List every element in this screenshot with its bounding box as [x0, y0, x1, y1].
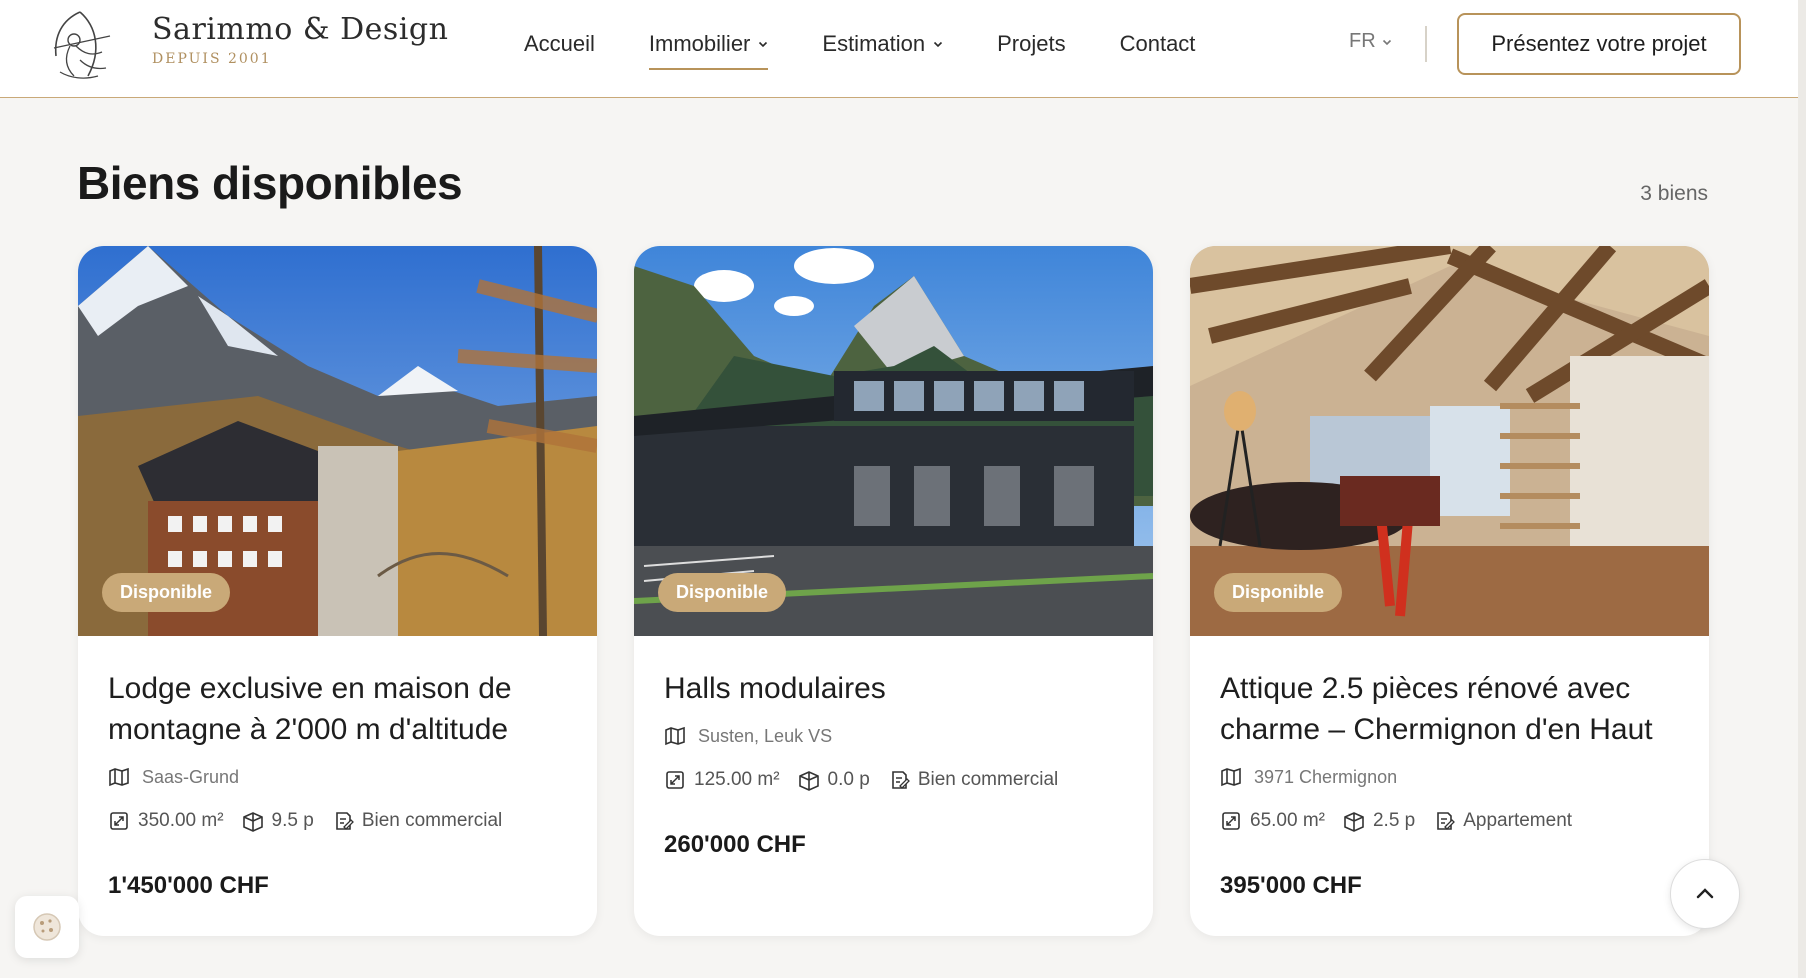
property-type-icon: [336, 812, 354, 830]
scroll-to-top-button[interactable]: [1670, 859, 1740, 929]
type-value: Appartement: [1463, 810, 1573, 831]
location-label: 3971 Chermignon: [1254, 766, 1398, 787]
listing-title[interactable]: Halls modulaires: [664, 668, 1123, 709]
map-pin-icon: [665, 726, 685, 746]
status-badge: Disponible: [1214, 573, 1343, 612]
feature-type: Appartement: [1433, 810, 1572, 832]
language-label: FR: [1349, 30, 1376, 52]
nav-label: Projets: [997, 31, 1066, 56]
feature-area: 125.00 m²: [664, 769, 780, 791]
map-pin-icon: [1221, 767, 1241, 787]
area-icon: [666, 771, 684, 789]
property-type-icon: [1437, 812, 1456, 830]
nav-label: Immobilier: [648, 31, 751, 56]
main-nav: Accueil Immobilier Estimation Projets Co…: [524, 0, 1195, 88]
rooms-value: 9.5 p: [271, 810, 314, 831]
status-badge: Disponible: [658, 573, 787, 612]
area-icon: [110, 812, 128, 830]
feature-rooms: 0.0 p: [798, 769, 870, 791]
listing-location: Susten, Leuk VS: [664, 725, 1123, 747]
listing-features: 350.00 m² 9.5 p Bien commercial: [108, 810, 567, 832]
nav-label: Contact: [1119, 31, 1196, 56]
listing-price: 395'000 CHF: [1220, 872, 1362, 899]
brand-name: Sarimmo & Design: [152, 12, 449, 47]
area-value: 65.00 m²: [1250, 810, 1325, 831]
listing-card[interactable]: Disponible Attique 2.5 pièces rénové ave…: [1190, 246, 1709, 936]
type-value: Bien commercial: [917, 769, 1059, 790]
listing-title[interactable]: Attique 2.5 pièces rénové avec charme – …: [1220, 668, 1679, 750]
type-value: Bien commercial: [361, 810, 503, 831]
listing-card[interactable]: Disponible Lodge exclusive en maison de …: [78, 246, 597, 936]
area-value: 125.00 m²: [694, 769, 780, 790]
nav-label: Estimation: [822, 31, 926, 56]
rooms-icon: [798, 771, 819, 791]
listing-count: 3 biens: [1640, 182, 1708, 205]
listing-title[interactable]: Lodge exclusive en maison de montagne à …: [108, 668, 567, 750]
chevron-down-icon: [934, 41, 943, 48]
location-label: Saas-Grund: [142, 766, 240, 787]
listing-image: Disponible: [78, 246, 597, 636]
listing-image: Disponible: [634, 246, 1153, 636]
status-badge: Disponible: [102, 573, 231, 612]
chevron-down-icon: [1382, 39, 1391, 45]
property-type-icon: [892, 771, 910, 789]
header-divider: [1425, 26, 1427, 62]
feature-type: Bien commercial: [888, 769, 1058, 791]
rooms-icon: [242, 812, 263, 832]
nav-item-immobilier[interactable]: Immobilier: [648, 24, 769, 70]
chevron-up-icon: [1696, 888, 1714, 899]
listing-price: 1'450'000 CHF: [108, 872, 269, 899]
chevron-down-icon: [759, 41, 768, 48]
rooms-value: 2.5 p: [1372, 810, 1416, 831]
nav-item-estimation[interactable]: Estimation: [822, 24, 943, 64]
logo-archer-icon[interactable]: [40, 6, 126, 84]
nav-label: Accueil: [524, 31, 595, 56]
nav-item-projets[interactable]: Projets: [997, 24, 1065, 64]
feature-type: Bien commercial: [332, 810, 502, 832]
location-label: Susten, Leuk VS: [698, 725, 833, 746]
rooms-value: 0.0 p: [827, 769, 870, 790]
nav-item-accueil[interactable]: Accueil: [524, 24, 595, 64]
cookie-settings-button[interactable]: [15, 896, 79, 958]
brand-subtitle: DEPUIS 2001: [152, 51, 272, 67]
listing-card[interactable]: Disponible Halls modulaires Susten, Leuk…: [634, 246, 1153, 936]
area-icon: [1222, 812, 1240, 830]
feature-area: 350.00 m²: [108, 810, 224, 832]
rooms-icon: [1344, 812, 1364, 832]
cookie-icon: [33, 913, 61, 941]
page-title: Biens disponibles: [77, 157, 463, 209]
language-selector[interactable]: FR: [1349, 30, 1392, 53]
feature-rooms: 9.5 p: [242, 810, 314, 832]
listing-features: 125.00 m² 0.0 p Bien commercial: [664, 769, 1123, 791]
present-project-button[interactable]: Présentez votre projet: [1457, 13, 1741, 75]
listing-location: Saas-Grund: [108, 766, 567, 788]
listing-location: 3971 Chermignon: [1220, 766, 1679, 788]
site-header: Sarimmo & Design DEPUIS 2001 Accueil Imm…: [0, 0, 1806, 98]
listing-price: 260'000 CHF: [664, 831, 806, 858]
listing-image: Disponible: [1190, 246, 1709, 636]
feature-rooms: 2.5 p: [1343, 810, 1415, 832]
feature-area: 65.00 m²: [1220, 810, 1325, 832]
listing-features: 65.00 m² 2.5 p Appartement: [1220, 810, 1679, 832]
page-scrollbar[interactable]: [1798, 0, 1806, 978]
brand[interactable]: Sarimmo & Design DEPUIS 2001: [152, 12, 448, 67]
area-value: 350.00 m²: [138, 810, 224, 831]
nav-item-contact[interactable]: Contact: [1120, 24, 1196, 64]
map-pin-icon: [109, 767, 129, 787]
